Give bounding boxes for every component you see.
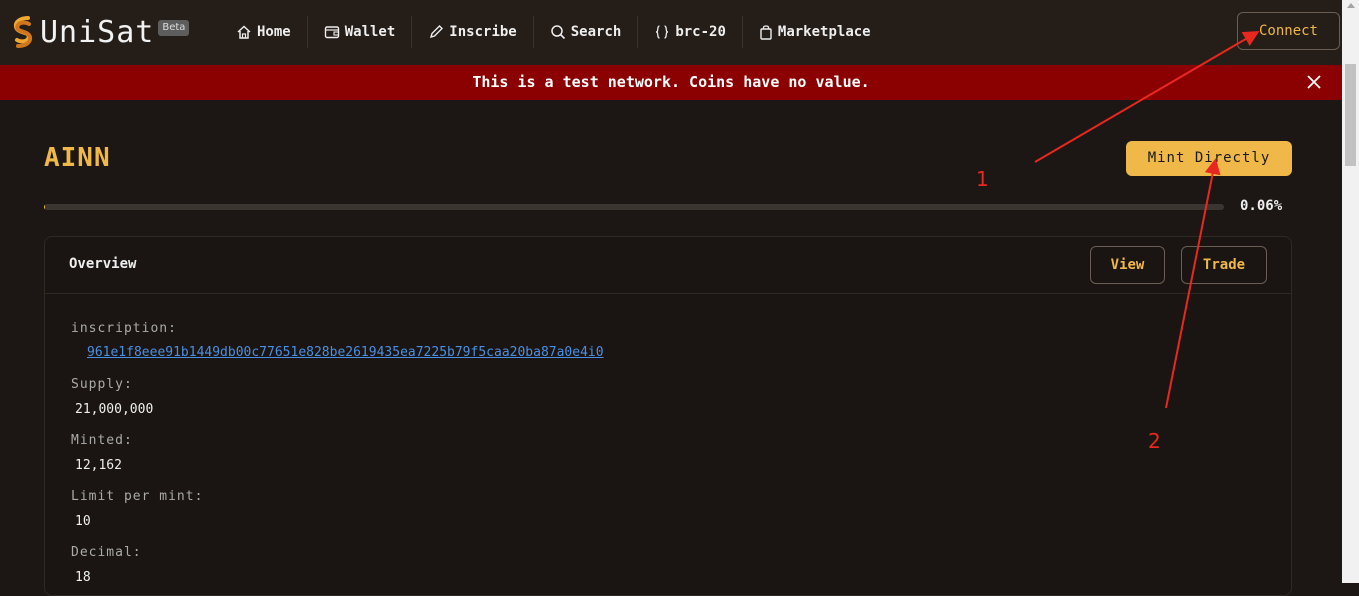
limit-value: 10 <box>75 514 91 529</box>
overview-card: Overview View Trade inscription: 961e1f8… <box>44 236 1292 596</box>
nav-home[interactable]: Home <box>220 16 308 48</box>
mint-progress-bar <box>44 204 1224 210</box>
decimal-label: Decimal: <box>71 545 142 560</box>
nav-inscribe[interactable]: Inscribe <box>412 16 534 48</box>
view-button[interactable]: View <box>1090 246 1165 284</box>
nav-label: Marketplace <box>777 24 871 40</box>
scroll-up-arrow-icon[interactable] <box>1347 3 1355 8</box>
nav-brc20[interactable]: brc-20 <box>638 16 743 48</box>
supply-field: Supply: 21,000,000 <box>71 377 153 417</box>
nav-label: brc-20 <box>675 24 726 40</box>
annotation-number-2: 2 <box>1148 429 1161 453</box>
minted-field: Minted: 12,162 <box>71 433 133 473</box>
mint-progress-fill <box>44 204 45 210</box>
unisat-logo-icon <box>13 16 33 48</box>
top-navigation-bar: UniSat Beta Home Wallet Inscribe Search … <box>0 0 1342 66</box>
mint-directly-button[interactable]: Mint Directly <box>1126 141 1292 176</box>
connect-button[interactable]: Connect <box>1237 12 1340 50</box>
brand-logo[interactable]: UniSat Beta <box>10 14 190 52</box>
inscription-link[interactable]: 961e1f8eee91b1449db00c77651e828be2619435… <box>87 345 604 360</box>
limit-field: Limit per mint: 10 <box>71 489 203 529</box>
bag-icon <box>760 25 772 40</box>
search-icon <box>550 25 565 40</box>
overview-header: Overview View Trade <box>45 237 1291 294</box>
nav-label: Search <box>570 24 622 40</box>
nav-search[interactable]: Search <box>534 16 639 48</box>
nav-wallet[interactable]: Wallet <box>308 16 413 48</box>
mint-progress-percent: 0.06% <box>1240 198 1283 214</box>
minted-label: Minted: <box>71 433 133 448</box>
nav-label: Home <box>257 24 291 40</box>
brand-name: UniSat <box>40 15 155 50</box>
limit-label: Limit per mint: <box>71 489 204 504</box>
trade-button[interactable]: Trade <box>1181 246 1267 284</box>
banner-text: This is a test network. Coins have no va… <box>472 73 870 91</box>
nav-label: Inscribe <box>449 24 517 40</box>
supply-label: Supply: <box>71 377 133 392</box>
wallet-icon <box>324 26 339 39</box>
pencil-icon <box>430 25 444 39</box>
home-icon <box>237 25 251 39</box>
main-nav: Home Wallet Inscribe Search brc-20 Marke… <box>220 16 887 48</box>
close-icon[interactable] <box>1306 74 1322 90</box>
test-network-banner: This is a test network. Coins have no va… <box>0 65 1342 100</box>
supply-value: 21,000,000 <box>75 402 154 417</box>
minted-value: 12,162 <box>75 458 122 473</box>
braces-icon <box>656 25 669 39</box>
nav-marketplace[interactable]: Marketplace <box>743 16 887 48</box>
annotation-number-1: 1 <box>976 167 989 191</box>
inscription-field: inscription: 961e1f8eee91b1449db00c77651… <box>71 321 604 360</box>
nav-label: Wallet <box>344 24 396 40</box>
inscription-label: inscription: <box>71 321 177 336</box>
beta-badge: Beta <box>158 20 190 36</box>
token-title: AINN <box>44 143 111 173</box>
decimal-field: Decimal: 18 <box>71 545 142 585</box>
scrollbar-thumb[interactable] <box>1345 64 1356 166</box>
overview-title: Overview <box>69 256 137 272</box>
